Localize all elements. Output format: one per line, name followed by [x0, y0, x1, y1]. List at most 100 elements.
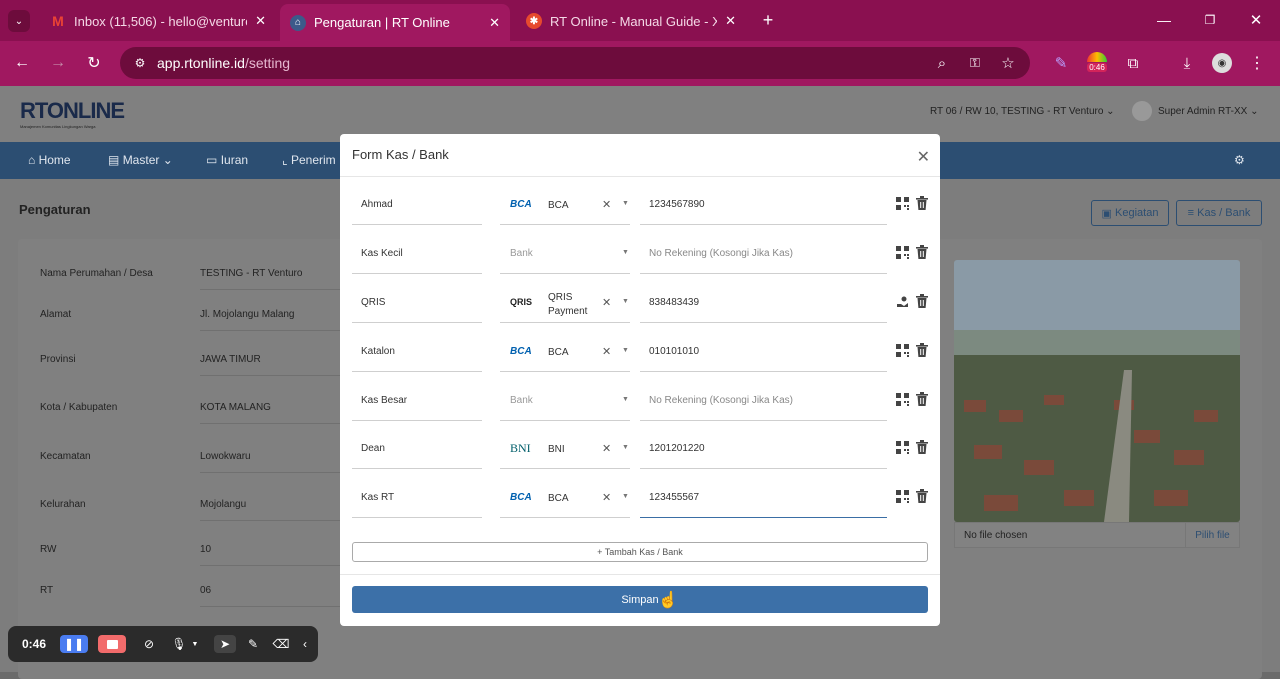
chevron-down-icon[interactable]: ▼: [622, 249, 629, 256]
close-icon[interactable]: ✕: [917, 147, 930, 167]
account-number-input[interactable]: 1201201220: [640, 433, 887, 469]
chevron-down-icon[interactable]: ▼: [622, 200, 629, 207]
address-bar[interactable]: ⚙ app.rtonline.id/setting ⌕ ⚿ ☆: [120, 47, 1030, 79]
bank-select[interactable]: Bank ▼: [500, 238, 630, 274]
trash-icon[interactable]: [916, 489, 928, 503]
rw-input[interactable]: 10: [200, 544, 340, 566]
menu-iuran[interactable]: ▭ Iuran: [206, 153, 248, 167]
chevron-down-icon[interactable]: ▼: [190, 635, 200, 653]
tab-pengaturan[interactable]: ⌂ Pengaturan | RT Online ✕: [280, 4, 510, 41]
close-icon[interactable]: ✕: [489, 15, 500, 31]
kegiatan-button[interactable]: ▣ Kegiatan: [1091, 200, 1169, 226]
choose-file-button[interactable]: Pilih file: [1185, 523, 1239, 547]
nama-perumahan-input[interactable]: TESTING - RT Venturo: [200, 268, 340, 290]
menu-home[interactable]: ⌂ Home: [28, 153, 71, 167]
kas-name-input[interactable]: Kas RT: [352, 482, 482, 518]
bank-select[interactable]: BCA BCA ✕ ▼: [500, 336, 630, 372]
qr-code-icon[interactable]: [896, 246, 909, 259]
pointer-icon[interactable]: ➤: [214, 635, 236, 653]
provinsi-input[interactable]: JAWA TIMUR: [200, 354, 340, 376]
zoom-icon[interactable]: ⌕: [934, 55, 950, 72]
trash-icon[interactable]: [916, 392, 928, 406]
clear-icon[interactable]: ✕: [602, 198, 611, 211]
kas-name-input[interactable]: Kas Kecil: [352, 238, 482, 274]
bank-select[interactable]: Bank ▼: [500, 385, 630, 421]
kas-name-input[interactable]: Ahmad: [352, 189, 482, 225]
menu-icon[interactable]: ⋮: [1248, 54, 1266, 72]
bank-select[interactable]: QRIS QRIS Payment ✕ ▼: [500, 287, 630, 323]
camera-off-icon[interactable]: ⊘: [140, 635, 158, 653]
pause-icon[interactable]: ❚❚: [60, 635, 88, 653]
bank-select[interactable]: BNI BNI ✕ ▼: [500, 433, 630, 469]
save-button[interactable]: Simpan: [352, 586, 928, 613]
kas-bank-button[interactable]: ≡ Kas / Bank: [1176, 200, 1262, 226]
new-tab-icon[interactable]: +: [758, 10, 778, 30]
forward-icon[interactable]: →: [47, 52, 69, 74]
trash-icon[interactable]: [916, 440, 928, 454]
download-icon[interactable]: ⤓: [1178, 54, 1196, 72]
bank-select[interactable]: BCA BCA ✕ ▼: [500, 189, 630, 225]
site-info-icon[interactable]: ⚙: [132, 55, 148, 71]
kota-input[interactable]: KOTA MALANG: [200, 402, 340, 424]
clear-icon[interactable]: ✕: [602, 491, 611, 504]
user-menu[interactable]: Super Admin RT-XX ⌄: [1158, 106, 1258, 117]
location-selector[interactable]: RT 06 / RW 10, TESTING - RT Venturo ⌄: [930, 106, 1115, 117]
back-icon[interactable]: ←: [11, 52, 33, 74]
add-kas-bank-button[interactable]: + Tambah Kas / Bank: [352, 542, 928, 562]
window-close-icon[interactable]: ✕: [1248, 10, 1264, 30]
account-number-input[interactable]: No Rekening (Kosongi Jika Kas): [640, 385, 887, 421]
qr-code-icon[interactable]: [896, 490, 909, 503]
chevron-down-icon[interactable]: ▼: [622, 298, 629, 305]
payment-icon[interactable]: [896, 295, 909, 308]
microphone-icon[interactable]: 🎙: [170, 635, 188, 653]
clear-icon[interactable]: ✕: [602, 345, 611, 358]
rt-input[interactable]: 06: [200, 585, 340, 607]
trash-icon[interactable]: [916, 245, 928, 259]
alamat-input[interactable]: Jl. Mojolangu Malang: [200, 309, 340, 331]
kecamatan-input[interactable]: Lowokwaru: [200, 451, 340, 473]
reload-icon[interactable]: ↻: [83, 52, 105, 74]
trash-icon[interactable]: [916, 343, 928, 357]
account-number-input[interactable]: 838483439: [640, 287, 887, 323]
key-icon[interactable]: ⚿: [966, 55, 984, 71]
settings-icon[interactable]: ⚙: [1234, 153, 1245, 167]
tab-search-icon[interactable]: ⌄: [8, 10, 30, 32]
chevron-down-icon[interactable]: ▼: [622, 347, 629, 354]
stop-icon[interactable]: [98, 635, 126, 653]
close-icon[interactable]: ✕: [255, 13, 266, 29]
account-number-input[interactable]: No Rekening (Kosongi Jika Kas): [640, 238, 887, 274]
qr-code-icon[interactable]: [896, 197, 909, 210]
tab-guide[interactable]: ✱ RT Online - Manual Guide - Xm ✕: [516, 6, 746, 36]
kas-name-input[interactable]: Dean: [352, 433, 482, 469]
qr-code-icon[interactable]: [896, 441, 909, 454]
collapse-icon[interactable]: ‹: [300, 635, 310, 653]
profile-avatar[interactable]: ◉: [1212, 53, 1232, 73]
file-input[interactable]: No file chosen Pilih file: [954, 522, 1240, 548]
qr-code-icon[interactable]: [896, 344, 909, 357]
kelurahan-input[interactable]: Mojolangu: [200, 499, 340, 521]
eraser-icon[interactable]: ⌫: [272, 635, 290, 653]
kas-name-input[interactable]: Katalon: [352, 336, 482, 372]
minimize-icon[interactable]: —: [1156, 10, 1172, 30]
pen-icon[interactable]: ✎: [244, 635, 262, 653]
clear-icon[interactable]: ✕: [602, 296, 611, 309]
account-number-input[interactable]: 010101010: [640, 336, 887, 372]
restore-icon[interactable]: ❐: [1202, 10, 1218, 30]
kas-name-input[interactable]: QRIS: [352, 287, 482, 323]
kas-name-input[interactable]: Kas Besar: [352, 385, 482, 421]
chevron-down-icon[interactable]: ▼: [622, 444, 629, 451]
close-icon[interactable]: ✕: [725, 13, 736, 29]
chevron-down-icon[interactable]: ▼: [622, 493, 629, 500]
clear-icon[interactable]: ✕: [602, 442, 611, 455]
menu-penerimaan[interactable]: ⌞ Penerim: [282, 153, 336, 167]
chevron-down-icon[interactable]: ▼: [622, 396, 629, 403]
account-number-input[interactable]: 123455567: [640, 482, 887, 518]
extensions-icon[interactable]: ⧉: [1124, 54, 1142, 72]
recording-extension-icon[interactable]: 0:46: [1086, 52, 1108, 76]
extension-feather-icon[interactable]: ✎: [1052, 54, 1070, 72]
tab-gmail[interactable]: M Inbox (11,506) - hello@venturo ✕: [40, 6, 276, 36]
qr-code-icon[interactable]: [896, 393, 909, 406]
trash-icon[interactable]: [916, 196, 928, 210]
account-number-input[interactable]: 1234567890: [640, 189, 887, 225]
star-icon[interactable]: ☆: [1000, 55, 1016, 72]
